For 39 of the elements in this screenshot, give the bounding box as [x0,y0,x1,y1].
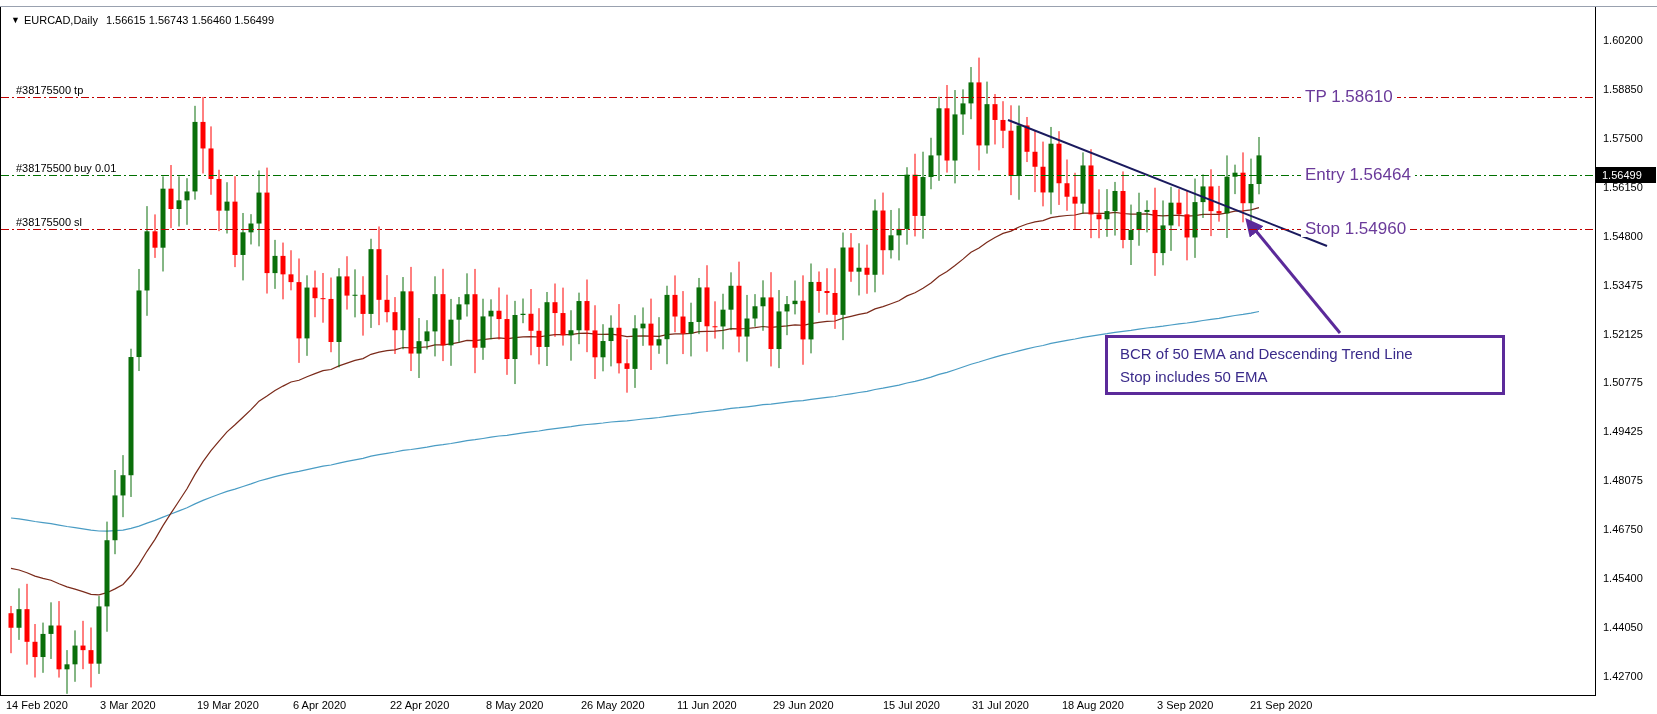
price-tick-label: 1.58850 [1603,81,1643,97]
callout-text: BCR of 50 EMA and Descending Trend Line [1120,344,1414,364]
price-annotation: Entry 1.56464 [1301,165,1415,183]
callout-text: Stop includes 50 EMA [1120,367,1269,387]
price-tick-label: 1.53475 [1603,277,1643,293]
order-label: #38175500 buy 0.01 [16,160,117,176]
date-tick-label: 31 Jul 2020 [972,698,1029,713]
date-tick-label: 26 May 2020 [581,698,645,713]
date-tick-label: 8 May 2020 [486,698,544,713]
collapse-toggle[interactable]: ▼ [11,13,20,27]
order-label: #38175500 sl [16,215,83,231]
date-tick-label: 15 Jul 2020 [883,698,940,713]
price-tick-label: 1.42700 [1603,669,1643,684]
price-tick-label: 1.48075 [1603,473,1643,489]
price-tick-label: 1.44050 [1603,620,1643,636]
price-tick-label: 1.52125 [1603,326,1643,342]
date-tick-label: 22 Apr 2020 [390,698,450,713]
price-tick-label: 1.49425 [1603,424,1643,440]
date-tick-label: 6 Apr 2020 [293,698,347,713]
price-annotation: Stop 1.54960 [1301,220,1411,238]
price-tick-label: 1.60200 [1603,33,1643,48]
price-tick-label: 1.57500 [1603,130,1643,146]
order-label: #38175500 tp [16,82,84,98]
symbol-title: EURCAD,Daily [23,13,98,28]
date-tick-label: 21 Sep 2020 [1250,698,1313,713]
date-tick-label: 3 Mar 2020 [100,698,156,713]
price-tick-label: 1.50775 [1603,375,1643,391]
price-annotation: TP 1.58610 [1301,87,1397,105]
current-price-tag: 1.56499 [1596,166,1656,183]
date-tick-label: 18 Aug 2020 [1062,698,1124,713]
date-tick-label: 11 Jun 2020 [677,698,737,713]
date-tick-label: 14 Feb 2020 [6,698,68,713]
date-tick-label: 19 Mar 2020 [197,698,259,713]
price-tick-label: 1.54800 [1603,228,1643,244]
price-tick-label: 1.46750 [1603,522,1643,538]
price-tick-label: 1.45400 [1603,571,1643,587]
date-tick-label: 29 Jun 2020 [773,698,834,713]
date-tick-label: 3 Sep 2020 [1157,698,1214,713]
ohlc-values: 1.56615 1.56743 1.56460 1.56499 [105,13,275,28]
